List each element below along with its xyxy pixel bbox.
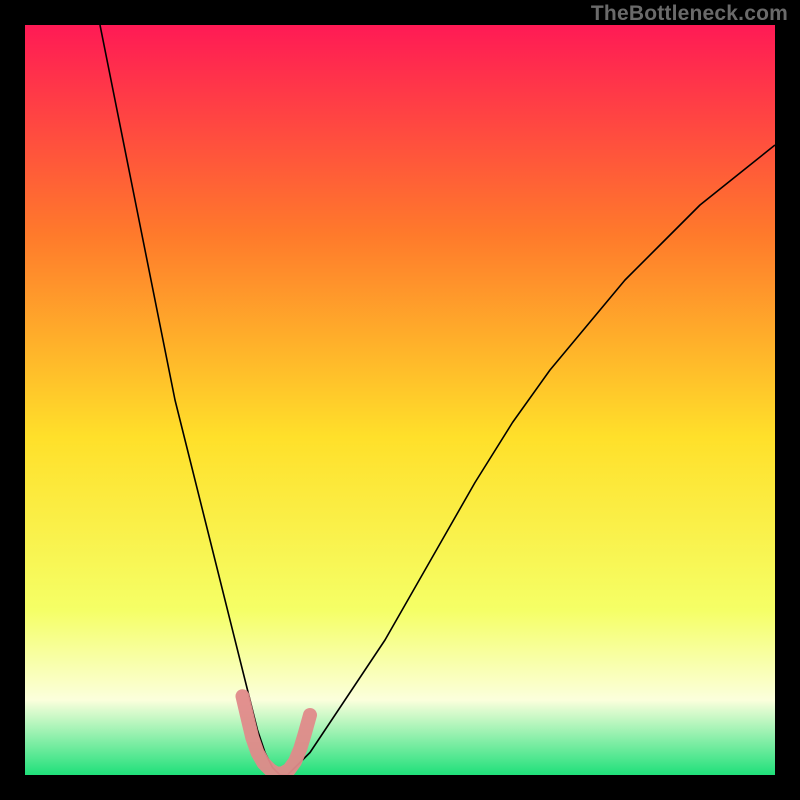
- chart-frame: [25, 25, 775, 775]
- attribution-text: TheBottleneck.com: [591, 2, 788, 26]
- gradient-background: [25, 25, 775, 775]
- bottleneck-chart: [25, 25, 775, 775]
